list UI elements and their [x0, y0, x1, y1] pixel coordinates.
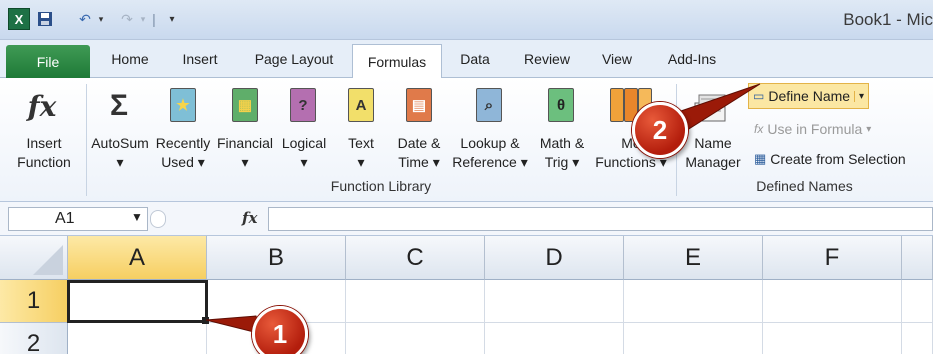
callout-pointers — [205, 83, 761, 335]
callout-1: 1 — [252, 306, 308, 354]
callout-2: 2 — [632, 102, 688, 158]
callout-2-pointer — [677, 83, 761, 133]
